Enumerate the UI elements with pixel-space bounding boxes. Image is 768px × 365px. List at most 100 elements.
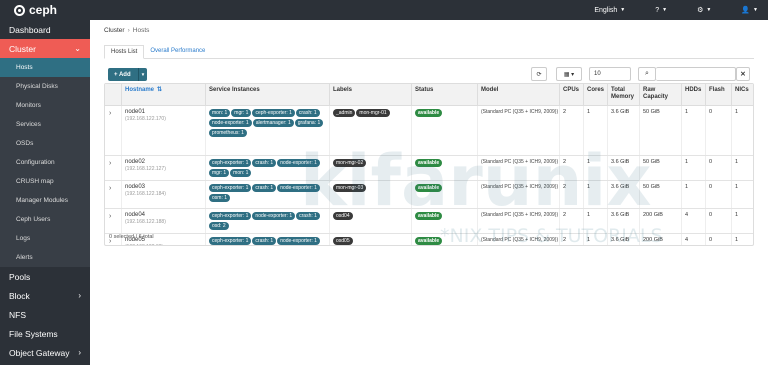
column-header-total-memory[interactable]: Total Memory: [607, 84, 639, 106]
search-input[interactable]: [656, 67, 736, 81]
sidebar-item-object-gateway[interactable]: Object Gateway ›: [0, 343, 90, 362]
sidebar-subitem-ceph-users[interactable]: Ceph Users: [0, 210, 90, 229]
add-host-button[interactable]: + Add ▼: [108, 68, 147, 81]
sidebar-item-block[interactable]: Block ›: [0, 286, 90, 305]
table-header: Hostname ⇅ Service Instances Labels Statu…: [105, 84, 753, 106]
column-header-hdds[interactable]: HDDs: [681, 84, 705, 106]
hostname-cell: node02 (192.168.122.127): [121, 156, 205, 180]
table-row[interactable]: › node03 (192.168.122.184) ceph-exporter: 1…: [105, 181, 753, 209]
tab-overall-performance[interactable]: Overall Performance: [144, 45, 211, 59]
gear-icon: ⚙: [697, 7, 704, 14]
sidebar-subitem-label: Hosts: [16, 64, 33, 71]
nics-value: 1: [735, 212, 739, 218]
page-size-input[interactable]: 10: [589, 67, 631, 81]
column-header-hostname[interactable]: Hostname ⇅: [121, 84, 205, 106]
sort-icon: ⇅: [157, 87, 163, 93]
column-header-cores[interactable]: Cores: [583, 84, 607, 106]
service-badge: crash: 1: [296, 212, 320, 220]
header-label: Cores: [587, 87, 605, 93]
header-label: NICs: [735, 87, 749, 93]
ceph-logo[interactable]: ceph: [14, 3, 57, 17]
expand-row-button[interactable]: ›: [105, 156, 121, 180]
sidebar-subitem-alerts[interactable]: Alerts: [0, 248, 90, 267]
hostname-cell: node01 (192.168.122.170): [121, 106, 205, 155]
status-badge: available: [415, 184, 443, 192]
column-header-raw-capacity[interactable]: Raw Capacity: [639, 84, 681, 106]
clear-search-button[interactable]: ✕: [736, 67, 750, 81]
sidebar-item-dashboard[interactable]: Dashboard: [0, 20, 90, 39]
sidebar-item-pools[interactable]: Pools: [0, 267, 90, 286]
model-cell: (Standard PC (Q35 + ICH9, 2009)): [477, 106, 559, 155]
chevron-down-icon[interactable]: ▼: [138, 68, 147, 81]
memory-cell: 3.6 GiB: [607, 106, 639, 155]
column-header-flash[interactable]: Flash: [705, 84, 731, 106]
hosts-table: Hostname ⇅ Service Instances Labels Statu…: [104, 83, 754, 246]
column-header-status[interactable]: Status: [411, 84, 477, 106]
table-row[interactable]: › node01 (192.168.122.170) mon: 1 mgr: 1 ceph…: [105, 106, 753, 156]
sidebar-item-nfs[interactable]: NFS: [0, 305, 90, 324]
refresh-button[interactable]: ⟳: [531, 67, 547, 81]
hostname: node02: [125, 159, 146, 165]
column-header-model[interactable]: Model: [477, 84, 559, 106]
model-cell: (Standard PC (Q35 + ICH9, 2009)): [477, 156, 559, 180]
header-label: Labels: [333, 87, 353, 93]
capacity-value: 50 GiB: [643, 184, 660, 190]
label-badge: osd04: [333, 212, 353, 220]
header-label: Flash: [709, 87, 725, 93]
column-header-service-instances[interactable]: Service Instances: [205, 84, 329, 106]
sidebar-item-label: Cluster: [9, 43, 36, 54]
column-header-nics[interactable]: NICs: [731, 84, 753, 106]
labels-cell: mon-mgr-02: [329, 156, 411, 180]
expand-row-button[interactable]: ›: [105, 181, 121, 208]
sidebar-subitem-osds[interactable]: OSDs: [0, 134, 90, 153]
sidebar-item-file-systems[interactable]: File Systems: [0, 324, 90, 343]
expand-row-button[interactable]: ›: [105, 106, 121, 155]
capacity-value: 50 GiB: [643, 109, 660, 115]
sidebar-subitem-configuration[interactable]: Configuration: [0, 153, 90, 172]
cpus-value: 2: [563, 212, 567, 218]
column-header-cpus[interactable]: CPUs: [559, 84, 583, 106]
nics-value: 1: [735, 184, 739, 190]
sidebar-subitem-physical-disks[interactable]: Physical Disks: [0, 77, 90, 96]
user-menu[interactable]: 👤 ▼: [741, 6, 758, 14]
column-header-labels[interactable]: Labels: [329, 84, 411, 106]
service-badge: node-exporter: 1: [252, 212, 296, 220]
chevron-down-icon: ⌄: [74, 44, 81, 53]
service-badge: node-exporter: 1: [209, 119, 252, 127]
cores-value: 1: [587, 184, 591, 190]
settings-menu[interactable]: ⚙ ▼: [697, 6, 711, 14]
host-ip: (192.168.122.170): [125, 116, 166, 122]
sidebar-subitem-manager-modules[interactable]: Manager Modules: [0, 191, 90, 210]
memory-cell: 3.6 GiB: [607, 156, 639, 180]
table-row[interactable]: › node02 (192.168.122.127) ceph-exporter: 1…: [105, 156, 753, 181]
header-label: Model: [481, 87, 499, 93]
top-navbar: ceph English ▼ ? ▼ ⚙ ▼ 👤 ▼: [0, 0, 768, 20]
breadcrumb-root[interactable]: Cluster: [104, 27, 125, 34]
status-badge: available: [415, 159, 443, 167]
sidebar-subitem-label: OSDs: [16, 140, 34, 147]
labels-cell: _admin mon-mgr-01: [329, 106, 411, 155]
help-icon: ?: [655, 6, 660, 14]
hostname: node01: [125, 109, 146, 115]
sidebar-subitem-services[interactable]: Services: [0, 115, 90, 134]
sidebar-subitem-crush-map[interactable]: CRUSH map: [0, 172, 90, 191]
sidebar-subitem-label: Services: [16, 121, 41, 128]
column-toggle-button[interactable]: ▦ ▾: [556, 67, 582, 81]
sidebar-item-label: Dashboard: [9, 24, 51, 35]
sidebar-item-cluster[interactable]: Cluster ⌄: [0, 39, 90, 58]
sidebar-subitem-hosts[interactable]: Hosts: [0, 58, 90, 77]
sidebar-subitem-logs[interactable]: Logs: [0, 229, 90, 248]
header-label: Hostname: [125, 87, 155, 93]
help-menu[interactable]: ? ▼: [655, 7, 667, 14]
nics-value: 1: [735, 109, 739, 115]
service-badge: osm: 1: [209, 194, 231, 202]
chevron-right-icon: ›: [109, 110, 112, 117]
status-badge: available: [415, 109, 443, 117]
language-selector[interactable]: English ▼: [594, 7, 625, 14]
service-badge: node-exporter: 1: [277, 159, 320, 167]
tab-bar: Hosts List Overall Performance: [104, 45, 754, 59]
service-badge: mon: 1: [230, 169, 252, 177]
tab-hosts-list[interactable]: Hosts List: [104, 45, 145, 59]
flash-cell: 0: [705, 106, 731, 155]
sidebar-subitem-monitors[interactable]: Monitors: [0, 96, 90, 115]
